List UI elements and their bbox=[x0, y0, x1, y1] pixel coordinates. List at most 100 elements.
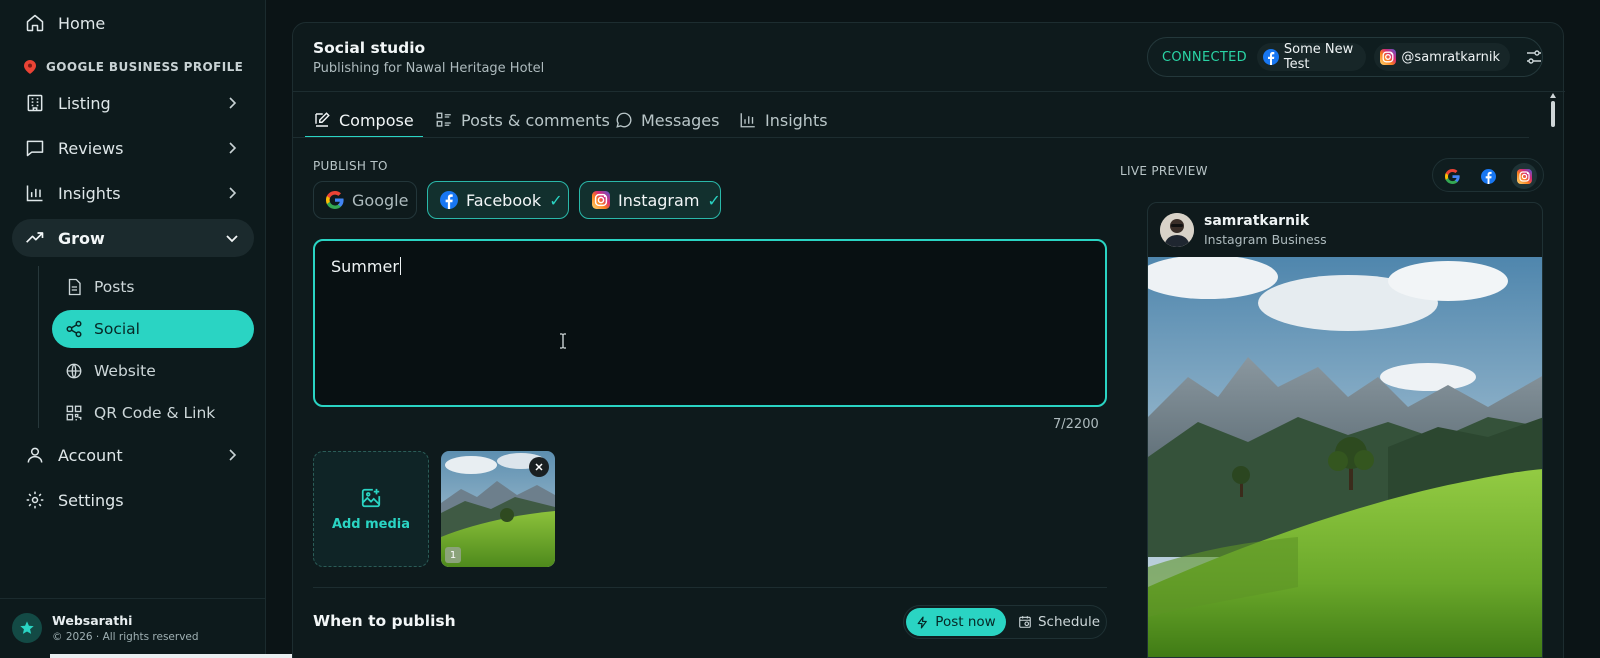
chevron-right-icon bbox=[224, 140, 240, 156]
facebook-icon bbox=[1480, 168, 1496, 184]
google-icon bbox=[326, 191, 344, 209]
submenu-rail bbox=[38, 266, 39, 428]
publish-to-label: PUBLISH TO bbox=[313, 159, 388, 173]
facebook-icon bbox=[440, 191, 458, 209]
schedule-button[interactable]: Schedule bbox=[1012, 608, 1106, 636]
add-media-label: Add media bbox=[331, 516, 411, 532]
page-subtitle: Publishing for Nawal Heritage Hotel bbox=[313, 61, 545, 76]
channel-instagram-label: Instagram bbox=[618, 190, 700, 210]
nav-insights-label: Insights bbox=[58, 183, 121, 203]
subnav-website-label: Website bbox=[94, 362, 156, 380]
nav-settings[interactable]: Settings bbox=[12, 481, 254, 519]
header-divider bbox=[293, 91, 1565, 92]
sidebar-footer: Websarathi © 2026 · All rights reserved bbox=[0, 598, 266, 658]
subnav-social[interactable]: Social bbox=[52, 310, 254, 348]
globe-icon bbox=[64, 361, 84, 381]
map-pin-icon bbox=[24, 60, 36, 74]
nav-account-label: Account bbox=[58, 445, 123, 465]
section-divider bbox=[313, 587, 1107, 588]
nav-insights[interactable]: Insights bbox=[12, 174, 254, 212]
instagram-post-preview: samratkarnik Instagram Business bbox=[1147, 202, 1543, 658]
gear-icon bbox=[24, 489, 46, 511]
tab-messages-label: Messages bbox=[641, 110, 720, 130]
preview-google-button[interactable] bbox=[1439, 163, 1465, 189]
preview-username: samratkarnik bbox=[1204, 213, 1310, 229]
tabs-divider bbox=[293, 137, 1529, 138]
message-square-icon bbox=[24, 137, 46, 159]
preview-account-type: Instagram Business bbox=[1204, 232, 1327, 247]
bar-chart-icon bbox=[739, 111, 757, 129]
channel-google-label: Google bbox=[352, 190, 409, 210]
building-icon bbox=[24, 92, 46, 114]
edit-icon bbox=[313, 111, 331, 129]
chevron-down-icon bbox=[224, 230, 240, 246]
nav-listing-label: Listing bbox=[58, 93, 111, 113]
tab-insights-label: Insights bbox=[765, 110, 828, 130]
preview-landscape-image bbox=[1148, 257, 1542, 657]
page-title: Social studio bbox=[313, 39, 426, 57]
remove-media-button[interactable] bbox=[529, 457, 549, 477]
subnav-website[interactable]: Website bbox=[52, 352, 254, 390]
subnav-social-label: Social bbox=[94, 320, 140, 338]
tab-compose[interactable]: Compose bbox=[313, 103, 414, 137]
file-text-icon bbox=[64, 277, 84, 297]
instagram-icon bbox=[1516, 168, 1532, 184]
preview-facebook-button[interactable] bbox=[1475, 163, 1501, 189]
checkmark-icon: ✓ bbox=[549, 190, 563, 210]
brand-logo bbox=[12, 613, 42, 643]
text-caret bbox=[399, 257, 401, 275]
nav-reviews[interactable]: Reviews bbox=[12, 129, 254, 167]
media-thumbnail[interactable]: 1 bbox=[441, 451, 555, 567]
add-media-button[interactable]: Add media bbox=[313, 451, 429, 567]
subnav-posts-label: Posts bbox=[94, 278, 135, 296]
character-counter: 7/2200 bbox=[1053, 417, 1099, 432]
google-icon bbox=[1444, 168, 1460, 184]
tab-compose-label: Compose bbox=[339, 110, 414, 130]
nav-reviews-label: Reviews bbox=[58, 138, 124, 158]
subnav-posts[interactable]: Posts bbox=[52, 268, 254, 306]
media-index-badge: 1 bbox=[445, 547, 461, 563]
image-plus-icon bbox=[360, 487, 382, 509]
brand-name: Websarathi bbox=[52, 613, 133, 628]
instagram-icon bbox=[1380, 49, 1397, 65]
checkmark-icon: ✓ bbox=[707, 190, 721, 210]
facebook-account-pill[interactable]: Some New Test bbox=[1256, 42, 1367, 72]
nav-home[interactable]: Home bbox=[12, 4, 254, 42]
post-now-label: Post now bbox=[935, 614, 996, 630]
subnav-qr-code[interactable]: QR Code & Link bbox=[52, 394, 254, 432]
nav-account[interactable]: Account bbox=[12, 436, 254, 474]
tab-messages[interactable]: Messages bbox=[615, 103, 719, 137]
tab-posts-comments[interactable]: Posts & comments bbox=[435, 103, 610, 137]
trending-up-icon bbox=[24, 227, 46, 249]
nav-listing[interactable]: Listing bbox=[12, 84, 254, 122]
channel-facebook-label: Facebook bbox=[466, 190, 542, 210]
facebook-account-name: Some New Test bbox=[1283, 42, 1354, 72]
user-icon bbox=[24, 444, 46, 466]
post-now-button[interactable]: Post now bbox=[906, 608, 1006, 636]
post-text-editor[interactable]: Summer bbox=[313, 239, 1107, 407]
post-text-value: Summer bbox=[331, 257, 399, 276]
facebook-icon bbox=[1262, 49, 1279, 65]
instagram-account-pill[interactable]: @samratkarnik bbox=[1374, 43, 1510, 71]
nav-grow[interactable]: Grow bbox=[12, 219, 254, 257]
tab-insights[interactable]: Insights bbox=[739, 103, 828, 137]
subnav-qr-code-label: QR Code & Link bbox=[94, 404, 216, 422]
chevron-right-icon bbox=[224, 447, 240, 463]
preview-platform-switch bbox=[1432, 158, 1544, 192]
channel-facebook-chip[interactable]: Facebook ✓ bbox=[427, 181, 569, 219]
sliders-icon[interactable] bbox=[1526, 49, 1542, 65]
connection-bar: CONNECTED Some New Test @samratkarnik bbox=[1147, 37, 1543, 77]
avatar bbox=[1160, 213, 1194, 247]
section-label-text: GOOGLE BUSINESS PROFILE bbox=[46, 60, 244, 74]
preview-instagram-button[interactable] bbox=[1511, 163, 1537, 189]
sidebar: Home GOOGLE BUSINESS PROFILE Listing Rev… bbox=[0, 0, 266, 658]
channel-google-chip[interactable]: Google bbox=[313, 181, 417, 219]
calendar-clock-icon bbox=[1018, 615, 1032, 629]
channel-instagram-chip[interactable]: Instagram ✓ bbox=[579, 181, 721, 219]
when-to-publish-label: When to publish bbox=[313, 612, 456, 630]
section-label-gbp: GOOGLE BUSINESS PROFILE bbox=[24, 60, 243, 74]
scroll-up-arrow[interactable] bbox=[1550, 93, 1556, 98]
vertical-scrollbar-thumb[interactable] bbox=[1551, 101, 1555, 127]
tab-posts-comments-label: Posts & comments bbox=[461, 110, 610, 130]
ibeam-cursor-icon bbox=[559, 333, 567, 353]
